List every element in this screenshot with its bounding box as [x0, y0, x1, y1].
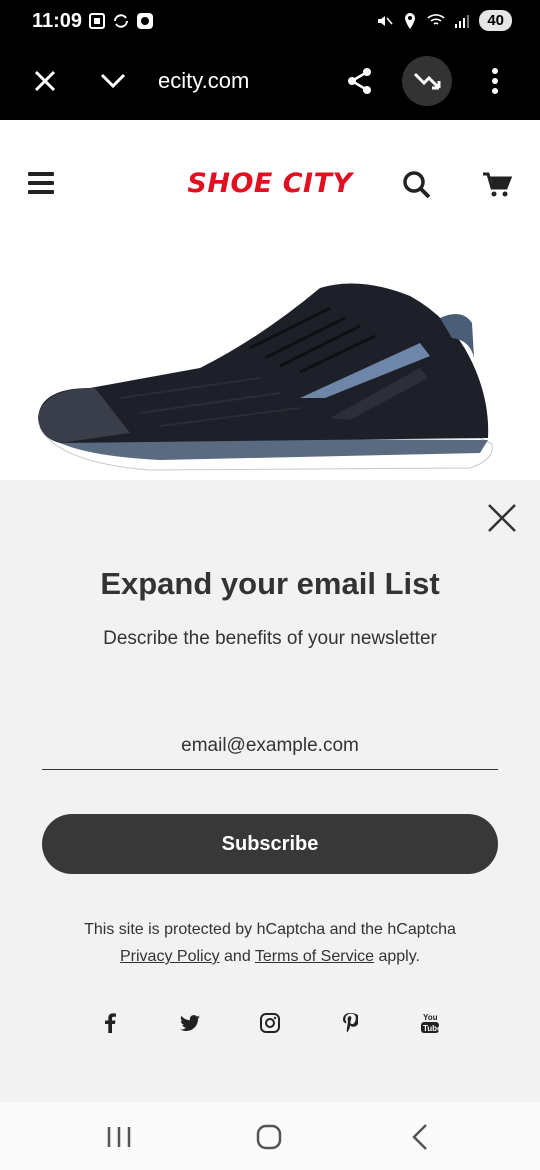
- chevron-down-icon: [100, 73, 126, 89]
- cart-icon[interactable]: [482, 170, 512, 200]
- shoe-image: [38, 283, 493, 471]
- site-logo[interactable]: SHOE CITY: [0, 168, 540, 199]
- and-text: and: [224, 948, 251, 965]
- social-links: You Tube: [70, 1008, 470, 1038]
- search-icon[interactable]: [402, 170, 432, 200]
- terms-of-service-link[interactable]: Terms of Service: [255, 948, 374, 965]
- newsletter-popup: Expand your email List Describe the bene…: [0, 480, 540, 1102]
- apply-text: apply.: [378, 948, 420, 965]
- facebook-link[interactable]: [95, 1008, 125, 1038]
- close-tab-button[interactable]: [22, 58, 68, 104]
- email-input[interactable]: [42, 722, 498, 770]
- status-system-icons: 40: [375, 10, 512, 31]
- browser-menu-button[interactable]: [90, 58, 136, 104]
- trending-down-icon: [413, 72, 441, 90]
- svg-text:You: You: [423, 1013, 438, 1022]
- youtube-icon: You Tube: [421, 1013, 440, 1033]
- svg-text:Tube: Tube: [423, 1024, 440, 1033]
- status-time: 11:09: [32, 10, 83, 32]
- instagram-icon: [260, 1013, 280, 1033]
- popup-title: Expand your email List: [100, 566, 440, 601]
- browser-toolbar: ecity.com: [0, 44, 540, 120]
- sync-icon: [114, 14, 128, 28]
- share-button[interactable]: [337, 58, 383, 104]
- home-icon[interactable]: [254, 1122, 284, 1152]
- mute-icon: [378, 15, 393, 26]
- captcha-links-line: Privacy Policy and Terms of Service appl…: [0, 943, 540, 970]
- twitter-icon: [180, 1015, 200, 1031]
- recent-apps-icon[interactable]: [104, 1122, 134, 1152]
- twitter-link[interactable]: [175, 1008, 205, 1038]
- pinterest-link[interactable]: [335, 1008, 365, 1038]
- wifi-icon: [427, 13, 445, 25]
- facebook-icon: [105, 1013, 116, 1033]
- product-image: [0, 248, 540, 480]
- location-icon: [405, 12, 416, 29]
- captcha-notice: This site is protected by hCaptcha and t…: [0, 916, 540, 970]
- pinterest-icon: [343, 1013, 358, 1033]
- more-options-button[interactable]: [472, 58, 518, 104]
- youtube-link[interactable]: You Tube: [415, 1008, 445, 1038]
- site-header: SHOE CITY: [0, 120, 540, 248]
- url-bar[interactable]: ecity.com: [158, 68, 249, 94]
- system-navigation-bar: [0, 1102, 540, 1170]
- status-bar: 11:09 40: [0, 0, 540, 44]
- back-icon[interactable]: [406, 1122, 436, 1152]
- close-icon: [34, 70, 56, 92]
- signal-icon: [455, 14, 470, 28]
- trend-button[interactable]: [402, 56, 452, 106]
- captcha-line: This site is protected by hCaptcha and t…: [84, 921, 456, 938]
- instagram-link[interactable]: [255, 1008, 285, 1038]
- share-icon: [348, 68, 371, 94]
- more-vert-icon: [492, 68, 498, 94]
- screenshot-icon: [89, 13, 105, 29]
- battery-indicator: 40: [479, 10, 512, 31]
- app-notification-icon: [137, 13, 153, 29]
- status-notification-icons: [88, 12, 154, 30]
- popup-subtitle: Describe the benefits of your newsletter: [103, 628, 437, 649]
- close-popup-icon[interactable]: [484, 500, 520, 536]
- subscribe-button[interactable]: Subscribe: [42, 814, 498, 874]
- privacy-policy-link[interactable]: Privacy Policy: [120, 948, 220, 965]
